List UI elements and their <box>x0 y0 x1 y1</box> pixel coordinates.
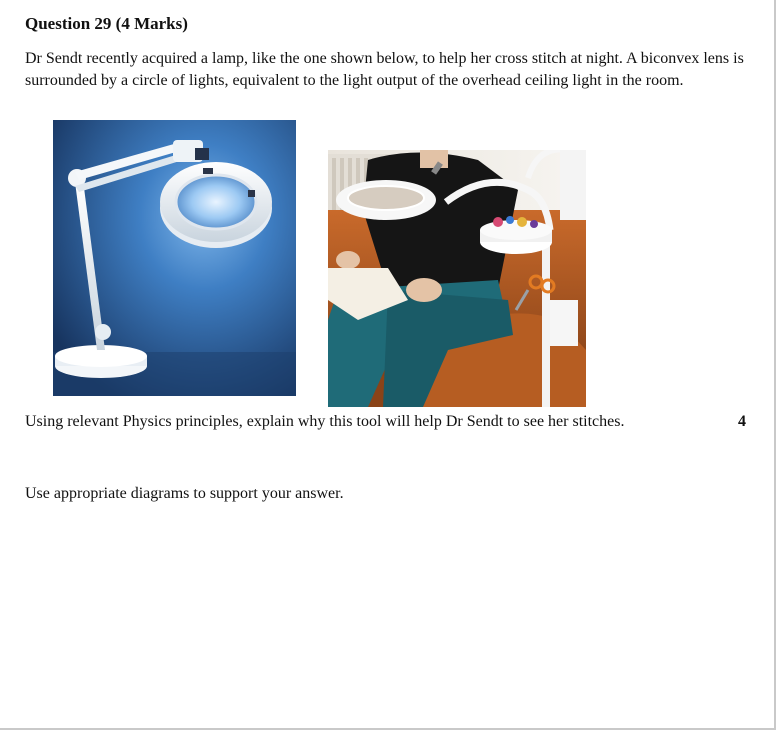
exam-page: Question 29 (4 Marks) Dr Sendt recently … <box>0 0 776 730</box>
marks-indicator: 4 <box>738 413 746 430</box>
question-instruction: Use appropriate diagrams to support your… <box>25 485 344 502</box>
woman-stitching-photo <box>328 150 586 407</box>
question-title: Question 29 (4 Marks) <box>25 14 188 33</box>
question-body: Dr Sendt recently acquired a lamp, like … <box>25 50 744 89</box>
question-prompt: Using relevant Physics principles, expla… <box>25 413 625 430</box>
magnifier-lamp-photo <box>53 120 296 396</box>
